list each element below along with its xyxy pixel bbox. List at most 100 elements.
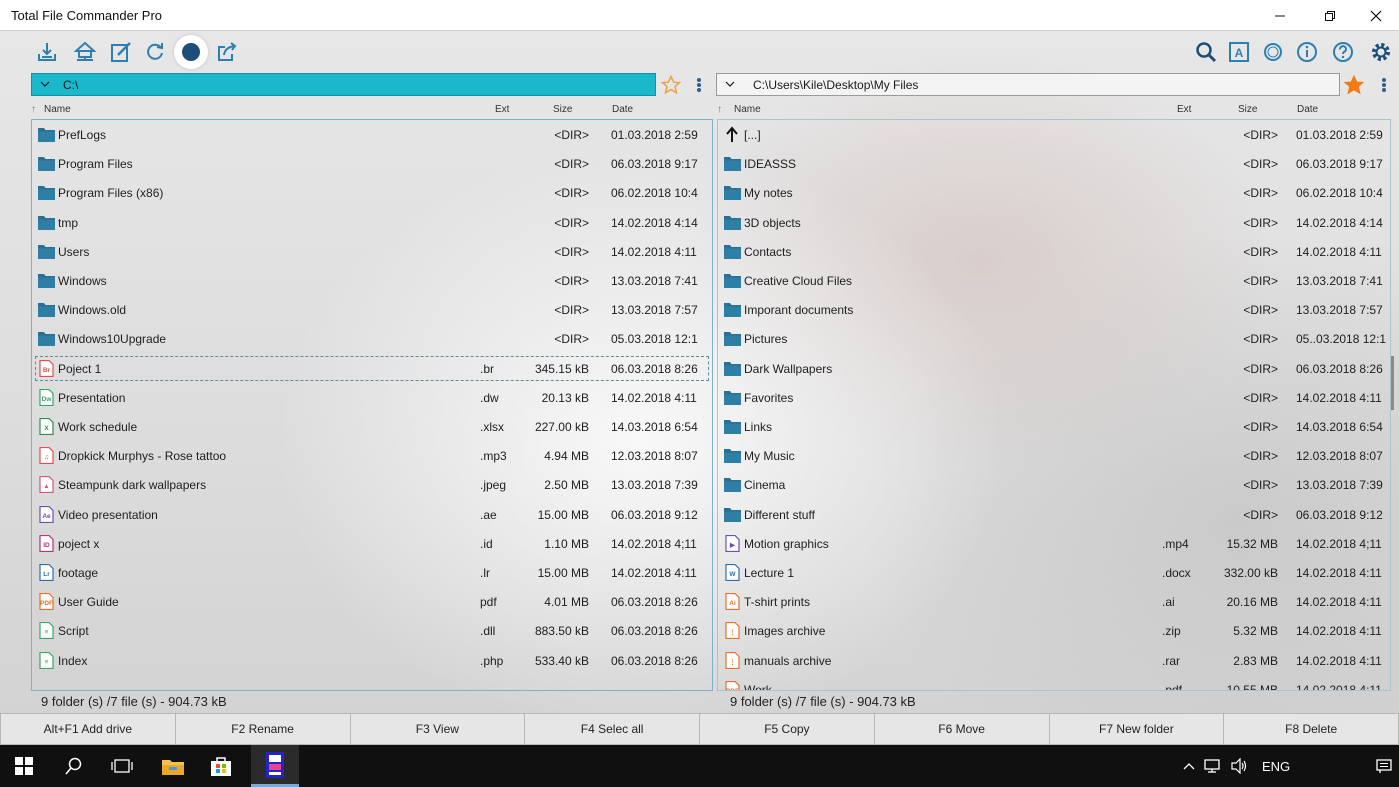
info-button[interactable] <box>1290 35 1324 69</box>
folder-row[interactable]: Windows10Upgrade <DIR> 05.03.2018 12:1 <box>32 324 712 353</box>
col-size[interactable]: Size <box>1238 104 1257 115</box>
folder-row[interactable]: Program Files <DIR> 06.03.2018 9:17 <box>32 149 712 178</box>
new-folder-button[interactable]: F7 New folder <box>1048 713 1224 745</box>
left-file-panel[interactable]: PrefLogs <DIR> 01.03.2018 2:59 Program File… <box>31 119 713 691</box>
row-ext: .br <box>480 361 495 376</box>
minimize-icon <box>1275 15 1285 16</box>
folder-row[interactable]: Pictures <DIR> 05..03.2018 12:1 <box>718 324 1390 353</box>
right-favorite-star-icon[interactable] <box>1344 75 1364 95</box>
chevron-down-icon <box>725 81 735 87</box>
taskbar-search-button[interactable] <box>50 745 98 787</box>
folder-row[interactable]: Windows.old <DIR> 13.03.2018 7:57 <box>32 295 712 324</box>
select-all-button[interactable]: F4 Selec all <box>524 713 699 745</box>
folder-row[interactable]: Dark Wallpapers <DIR> 06.03.2018 8:26 <box>718 354 1390 383</box>
file-row[interactable]: Br Poject 1 .br 345.15 kB 06.03.2018 8:26 <box>32 354 712 383</box>
help-button[interactable] <box>1326 35 1360 69</box>
col-name[interactable]: Name <box>734 104 761 115</box>
add-drive-button[interactable]: Alt+F1 Add drive <box>0 713 175 745</box>
folder-row[interactable]: [...] <DIR> 01.03.2018 2:59 <box>718 120 1390 149</box>
folder-row[interactable]: Windows <DIR> 13.03.2018 7:41 <box>32 266 712 295</box>
right-panel-scrollbar[interactable] <box>1391 356 1394 410</box>
folder-row[interactable]: Cinema <DIR> 13.03.2018 7:39 <box>718 470 1390 499</box>
folder-row[interactable]: tmp <DIR> 14.02.2018 4:14 <box>32 208 712 237</box>
copy-button[interactable]: F5 Copy <box>699 713 874 745</box>
close-window-button[interactable] <box>1353 0 1399 31</box>
folder-row[interactable]: Creative Cloud Files <DIR> 13.03.2018 7:41 <box>718 266 1390 295</box>
col-date[interactable]: Date <box>1297 104 1318 115</box>
file-row[interactable]: ▶ Motion graphics .mp4 15.32 MB 14.02.2018 4… <box>718 529 1390 558</box>
file-row[interactable]: ⋮ manuals archive .rar 2.83 MB 14.02.2018 4:… <box>718 646 1390 675</box>
file-row[interactable]: Ai T-shirt prints .ai 20.16 MB 14.02.2018 4:… <box>718 587 1390 616</box>
task-view-button[interactable] <box>98 745 146 787</box>
file-row[interactable]: Lr footage .lr 15.00 MB 14.02.2018 4:11 <box>32 558 712 587</box>
archive-button[interactable] <box>30 35 64 69</box>
folder-row[interactable]: PrefLogs <DIR> 01.03.2018 2:59 <box>32 120 712 149</box>
file-row[interactable]: PDF User Guide pdf 4.01 MB 06.03.2018 8:26 <box>32 587 712 616</box>
right-path-bar[interactable]: C:\Users\Kile\Desktop\My Files <box>716 73 1340 96</box>
parent-directory-icon <box>724 126 741 143</box>
delete-button[interactable]: F8 Delete <box>1223 713 1399 745</box>
sort-arrow-icon[interactable]: ↑ <box>717 104 722 115</box>
file-row[interactable]: Ae Video presentation .ae 15.00 MB 06.03.201… <box>32 500 712 529</box>
file-row[interactable]: PDFWork.pdf10.55 MB14.02.2018 4:11 <box>718 675 1390 690</box>
store-button[interactable] <box>197 745 245 787</box>
row-size: <DIR> <box>1243 274 1278 288</box>
circle-button[interactable] <box>1256 35 1290 69</box>
row-name: IDEASSS <box>744 157 797 172</box>
folder-row[interactable]: Links <DIR> 14.03.2018 6:54 <box>718 412 1390 441</box>
row-date: 06.03.2018 8:26 <box>611 624 698 639</box>
show-hidden-icons-button[interactable] <box>1178 745 1200 787</box>
left-favorite-star-icon[interactable] <box>661 75 681 95</box>
col-name[interactable]: Name <box>44 104 71 115</box>
home-network-button[interactable] <box>68 35 102 69</box>
view-button[interactable]: F3 View <box>349 713 525 745</box>
folder-row[interactable]: 3D objects <DIR> 14.02.2018 4:14 <box>718 208 1390 237</box>
minimize-button[interactable] <box>1257 0 1303 31</box>
folder-row[interactable]: Imporant documents <DIR> 13.03.2018 7:57 <box>718 295 1390 324</box>
folder-row[interactable]: My Music <DIR> 12.03.2018 8:07 <box>718 441 1390 470</box>
file-row[interactable]: X Work schedule .xlsx 227.00 kB 14.03.2018 6… <box>32 412 712 441</box>
file-explorer-button[interactable] <box>149 745 197 787</box>
file-row[interactable]: ID poject x .id 1.10 MB 14.02.2018 4;11 <box>32 529 712 558</box>
row-name: 3D objects <box>744 215 801 230</box>
col-date[interactable]: Date <box>612 104 633 115</box>
col-ext[interactable]: Ext <box>495 104 509 115</box>
refresh-button[interactable] <box>138 35 172 69</box>
left-more-menu-icon[interactable] <box>694 76 704 94</box>
folder-row[interactable]: IDEASSS <DIR> 06.03.2018 9:17 <box>718 149 1390 178</box>
restore-button[interactable] <box>1307 0 1353 31</box>
search-button[interactable] <box>1189 35 1223 69</box>
edit-button[interactable] <box>104 35 138 69</box>
rename-button[interactable]: F2 Rename <box>174 713 350 745</box>
right-more-menu-icon[interactable] <box>1379 76 1389 94</box>
file-row[interactable]: ⋮ Images archive .zip 5.32 MB 14.02.2018 4:1… <box>718 616 1390 645</box>
file-row[interactable]: ♫ Dropkick Murphys - Rose tattoo .mp3 4.94 … <box>32 441 712 470</box>
text-view-button[interactable]: A <box>1222 35 1256 69</box>
folder-row[interactable]: Users <DIR> 14.02.2018 4:11 <box>32 237 712 266</box>
file-row[interactable]: ≡ Index .php 533.40 kB 06.03.2018 8:26 <box>32 646 712 675</box>
settings-button[interactable] <box>1364 35 1398 69</box>
sort-arrow-icon[interactable]: ↑ <box>31 104 36 115</box>
language-indicator[interactable]: ENG <box>1262 759 1290 774</box>
left-path-bar[interactable]: C:\ <box>31 73 656 96</box>
folder-row[interactable]: Program Files (x86) <DIR> 06.02.2018 10:4 <box>32 178 712 207</box>
move-button[interactable]: F6 Move <box>873 713 1049 745</box>
folder-row[interactable]: My notes <DIR> 06.02.2018 10:4 <box>718 178 1390 207</box>
folder-row[interactable]: Favorites <DIR> 14.02.2018 4:11 <box>718 383 1390 412</box>
share-button[interactable] <box>210 35 244 69</box>
file-row[interactable]: W Lecture 1 .docx 332.00 kB 14.02.2018 4:11 <box>718 558 1390 587</box>
record-button[interactable] <box>174 35 208 69</box>
total-file-commander-taskbar-button[interactable] <box>251 745 299 787</box>
folder-row[interactable]: Different stuff <DIR> 06.03.2018 9:12 <box>718 500 1390 529</box>
right-file-panel[interactable]: [...] <DIR> 01.03.2018 2:59 IDEASSS <DIR> 06.… <box>717 119 1391 691</box>
start-button[interactable] <box>0 745 48 787</box>
notifications-button[interactable] <box>1369 745 1399 787</box>
volume-button[interactable] <box>1227 745 1251 787</box>
network-button[interactable] <box>1201 745 1225 787</box>
file-row[interactable]: Dw Presentation .dw 20.13 kB 14.02.2018 4:11 <box>32 383 712 412</box>
col-ext[interactable]: Ext <box>1177 104 1191 115</box>
folder-row[interactable]: Contacts <DIR> 14.02.2018 4:11 <box>718 237 1390 266</box>
file-row[interactable]: ▲ Steampunk dark wallpapers .jpeg 2.50 MB 13… <box>32 470 712 499</box>
col-size[interactable]: Size <box>553 104 572 115</box>
file-row[interactable]: ≡ Script .dll 883.50 kB 06.03.2018 8:26 <box>32 616 712 645</box>
